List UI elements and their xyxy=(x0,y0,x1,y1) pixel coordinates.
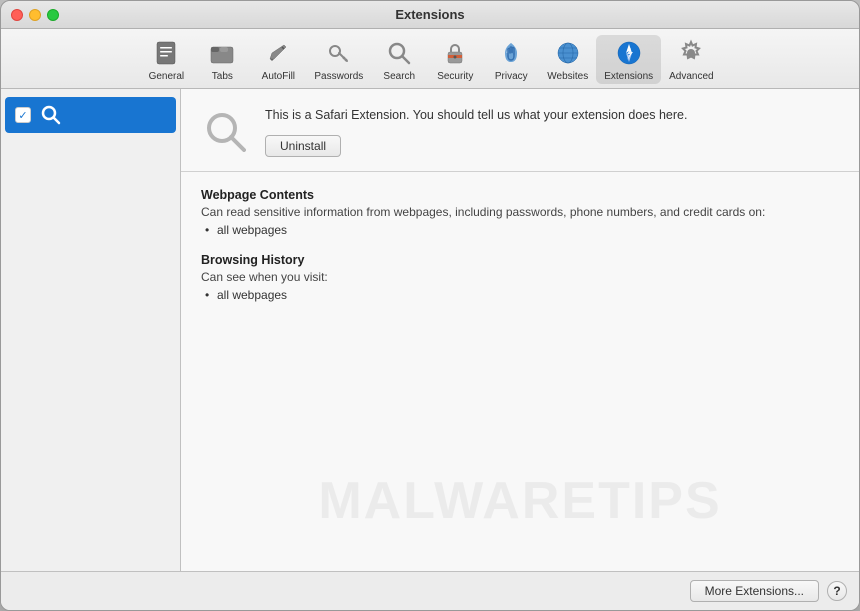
webpage-contents-list: all webpages xyxy=(201,223,839,237)
tabs-icon xyxy=(206,37,238,69)
watermark: MALWARETIPS xyxy=(181,471,859,531)
browsing-history-item: all webpages xyxy=(217,288,839,302)
permissions-section: Webpage Contents Can read sensitive info… xyxy=(181,172,859,334)
security-label: Security xyxy=(437,71,473,82)
webpage-contents-item: all webpages xyxy=(217,223,839,237)
toolbar-item-autofill[interactable]: AutoFill xyxy=(250,35,306,84)
extension-info: This is a Safari Extension. You should t… xyxy=(265,107,839,157)
passwords-icon xyxy=(323,37,355,69)
browsing-history-title: Browsing History xyxy=(201,253,839,267)
webpage-contents-title: Webpage Contents xyxy=(201,188,839,202)
autofill-label: AutoFill xyxy=(262,71,295,82)
window-title: Extensions xyxy=(395,7,464,22)
privacy-label: Privacy xyxy=(495,71,528,82)
permission-group-history: Browsing History Can see when you visit:… xyxy=(201,253,839,302)
browsing-history-desc: Can see when you visit: xyxy=(201,270,839,284)
toolbar: General Tabs AutoFill xyxy=(1,29,859,89)
safari-preferences-window: Extensions General xyxy=(0,0,860,611)
toolbar-item-passwords[interactable]: Passwords xyxy=(306,35,371,84)
general-label: General xyxy=(149,71,185,82)
browsing-history-list: all webpages xyxy=(201,288,839,302)
search-icon xyxy=(383,37,415,69)
advanced-label: Advanced xyxy=(669,71,713,82)
extension-header: This is a Safari Extension. You should t… xyxy=(181,89,859,172)
general-icon xyxy=(150,37,182,69)
toolbar-item-extensions[interactable]: Extensions xyxy=(596,35,661,84)
advanced-icon xyxy=(675,37,707,69)
maximize-button[interactable] xyxy=(47,9,59,21)
toolbar-item-search[interactable]: Search xyxy=(371,35,427,84)
passwords-label: Passwords xyxy=(314,71,363,82)
traffic-lights xyxy=(11,9,59,21)
toolbar-item-websites[interactable]: Websites xyxy=(539,35,596,84)
main-content: ✓ MALWARETIPS xyxy=(1,89,859,571)
toolbar-item-tabs[interactable]: Tabs xyxy=(194,35,250,84)
permission-group-webpage: Webpage Contents Can read sensitive info… xyxy=(201,188,839,237)
more-extensions-button[interactable]: More Extensions... xyxy=(690,580,819,602)
sidebar: ✓ xyxy=(1,89,181,571)
uninstall-button[interactable]: Uninstall xyxy=(265,135,341,157)
privacy-icon xyxy=(495,37,527,69)
sidebar-ext-icon xyxy=(39,103,63,127)
extensions-icon xyxy=(613,37,645,69)
search-label: Search xyxy=(383,71,415,82)
toolbar-item-privacy[interactable]: Privacy xyxy=(483,35,539,84)
close-button[interactable] xyxy=(11,9,23,21)
tabs-label: Tabs xyxy=(212,71,233,82)
sidebar-item-search-ext[interactable]: ✓ xyxy=(5,97,176,133)
autofill-icon xyxy=(262,37,294,69)
bottom-bar: More Extensions... ? xyxy=(1,571,859,610)
extension-description: This is a Safari Extension. You should t… xyxy=(265,107,839,125)
webpage-contents-desc: Can read sensitive information from webp… xyxy=(201,205,839,219)
toolbar-item-general[interactable]: General xyxy=(138,35,194,84)
websites-label: Websites xyxy=(547,71,588,82)
help-button[interactable]: ? xyxy=(827,581,847,601)
security-icon xyxy=(439,37,471,69)
websites-icon xyxy=(552,37,584,69)
toolbar-item-advanced[interactable]: Advanced xyxy=(661,35,721,84)
minimize-button[interactable] xyxy=(29,9,41,21)
titlebar: Extensions xyxy=(1,1,859,29)
detail-panel: MALWARETIPS This is a Safari Extension. … xyxy=(181,89,859,571)
extensions-label: Extensions xyxy=(604,71,653,82)
toolbar-item-security[interactable]: Security xyxy=(427,35,483,84)
extension-enabled-checkbox[interactable]: ✓ xyxy=(15,107,31,123)
extension-main-icon xyxy=(201,107,251,157)
